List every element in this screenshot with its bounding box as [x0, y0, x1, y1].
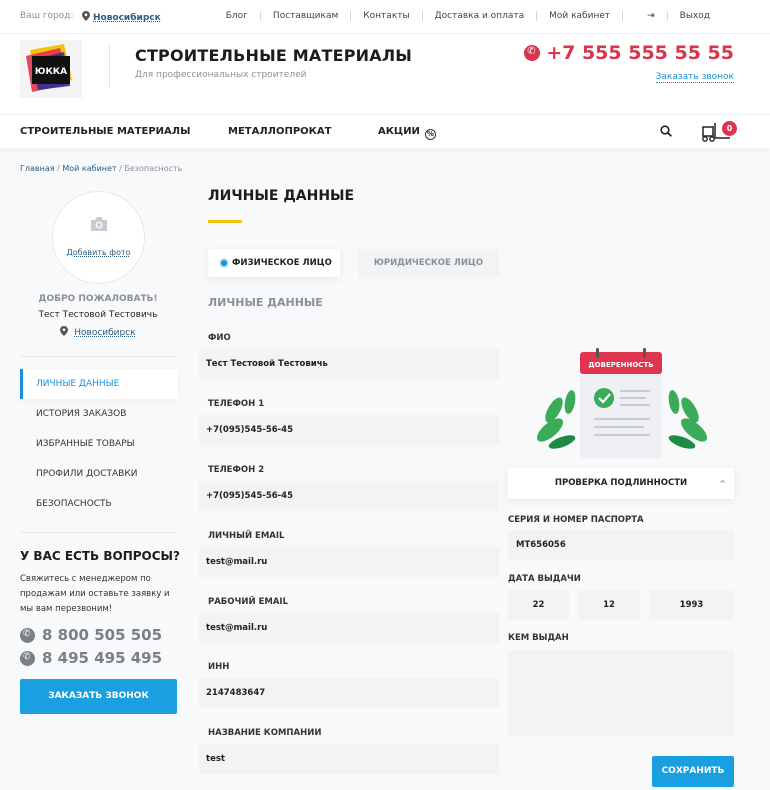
field-label-inn: ИНН	[208, 662, 230, 672]
sidebar-callback-button[interactable]: ЗАКАЗАТЬ ЗВОНОК	[20, 679, 177, 714]
questions-title: У ВАС ЕСТЬ ВОПРОСЫ?	[20, 549, 180, 563]
account-menu: ЛИЧНЫЕ ДАННЫЕ ИСТОРИЯ ЗАКАЗОВ ИЗБРАННЫЕ …	[20, 369, 178, 519]
nav-metal[interactable]: МЕТАЛЛОПРОКАТ	[228, 126, 331, 137]
percent-icon: %	[424, 129, 436, 140]
breadcrumb-current: Безопасность	[124, 164, 183, 173]
phone-icon	[20, 627, 35, 643]
field-label-fio: ФИО	[208, 333, 231, 343]
issue-day-field[interactable]	[508, 590, 569, 620]
logout-link[interactable]: ⇥ Выход	[622, 11, 734, 21]
menu-item-favorites[interactable]: ИЗБРАННЫЕ ТОВАРЫ	[20, 429, 178, 459]
link-contacts[interactable]: Контакты	[350, 11, 421, 21]
field-label-phone1: ТЕЛЕФОН 1	[208, 399, 265, 409]
fio-field[interactable]	[199, 349, 499, 379]
link-blog[interactable]: Блог	[214, 11, 260, 21]
issued-by-label: КЕМ ВЫДАН	[508, 633, 569, 643]
work-email-field[interactable]	[199, 613, 499, 643]
user-city[interactable]: Новосибирск	[20, 326, 176, 338]
callback-link[interactable]: Заказать звонок	[655, 72, 734, 83]
sidebar-phone-2-number: 8 495 495 495	[42, 649, 163, 667]
breadcrumb-home[interactable]: Главная	[20, 164, 55, 173]
personal-email-field[interactable]	[199, 547, 499, 577]
header: ЮККА СТРОИТЕЛЬНЫЕ МАТЕРИАЛЫ Для професси…	[0, 34, 770, 114]
sidebar-divider	[20, 532, 176, 533]
breadcrumb-cabinet[interactable]: Мой кабинет	[62, 164, 116, 173]
logo[interactable]: ЮККА	[20, 40, 82, 98]
phone1-field[interactable]	[199, 415, 499, 445]
add-photo-link[interactable]: Добавить фото	[53, 248, 144, 257]
link-delivery[interactable]: Доставка и оплата	[421, 11, 537, 21]
sidebar-phone-1-number: 8 800 505 505	[42, 626, 163, 644]
sidebar-phone-2[interactable]: 8 495 495 495	[20, 649, 162, 667]
user-city-link[interactable]: Новосибирск	[74, 328, 135, 338]
illustration-label: ДОВЕРЕННОСТЬ	[588, 361, 653, 369]
issued-by-field[interactable]	[508, 650, 734, 736]
menu-item-security[interactable]: БЕЗОПАСНОСТЬ	[20, 489, 178, 519]
nav-promo[interactable]: АКЦИИ%	[378, 126, 436, 140]
power-of-attorney-illustration: ДОВЕРЕННОСТЬ	[536, 348, 708, 458]
avatar-upload[interactable]: Добавить фото	[52, 191, 145, 284]
breadcrumb: Главная / Мой кабинет / Безопасность	[20, 164, 182, 173]
location-pin-icon	[60, 326, 69, 336]
verify-authenticity-button[interactable]: ПРОВЕРКА ПОДЛИННОСТИ ^	[508, 468, 734, 499]
chevron-up-icon: ^	[719, 479, 726, 488]
tab-company[interactable]: ЮРИДИЧЕСКОЕ ЛИЦО	[358, 249, 499, 277]
header-divider	[109, 44, 110, 88]
welcome-text: ДОБРО ПОЖАЛОВАТЬ!	[38, 294, 158, 304]
header-phone-number: +7 555 555 55 55	[546, 42, 734, 64]
phone-icon	[20, 650, 35, 666]
location-pin-icon	[82, 11, 90, 21]
issue-year-field[interactable]	[649, 590, 734, 620]
field-label-phone2: ТЕЛЕФОН 2	[208, 465, 265, 475]
issue-date-label: ДАТА ВЫДАЧИ	[508, 574, 581, 584]
phone2-field[interactable]	[199, 481, 499, 511]
save-button[interactable]: СОХРАНИТЬ	[652, 756, 734, 787]
nav-promo-label: АКЦИИ	[378, 126, 420, 137]
city-selector[interactable]: Новосибирск	[82, 11, 161, 23]
city-label: Ваш город:	[20, 11, 74, 21]
questions-text: Свяжитесь с менеджером по продажам или о…	[20, 574, 170, 614]
user-name: Тест Тестовой Тестовичь	[38, 310, 158, 320]
passport-series-field[interactable]	[508, 530, 734, 560]
page-title: ЛИЧНЫЕ ДАННЫЕ	[208, 188, 355, 204]
logout-icon: ⇥	[647, 11, 655, 21]
brand-title: СТРОИТЕЛЬНЫЕ МАТЕРИАЛЫ	[135, 46, 413, 65]
passport-series-label: СЕРИЯ И НОМЕР ПАСПОРТА	[508, 515, 644, 525]
breadcrumb-separator: /	[119, 164, 122, 173]
sidebar-phone-1[interactable]: 8 800 505 505	[20, 626, 162, 644]
title-underline	[208, 220, 242, 223]
sidebar-divider	[20, 356, 176, 357]
link-suppliers[interactable]: Поставщикам	[259, 11, 350, 21]
field-label-work-email: РАБОЧИЙ EMAIL	[208, 597, 288, 607]
nav-building-materials[interactable]: СТРОИТЕЛЬНЫЕ МАТЕРИАЛЫ	[20, 126, 190, 137]
menu-item-order-history[interactable]: ИСТОРИЯ ЗАКАЗОВ	[20, 399, 178, 429]
tab-individual-label: ФИЗИЧЕСКОЕ ЛИЦО	[232, 258, 332, 268]
radio-selected-icon	[219, 258, 229, 268]
link-cabinet[interactable]: Мой кабинет	[536, 11, 622, 21]
verify-authenticity-label: ПРОВЕРКА ПОДЛИННОСТИ	[554, 478, 688, 488]
menu-item-delivery-profiles[interactable]: ПРОФИЛИ ДОСТАВКИ	[20, 459, 178, 489]
tab-individual[interactable]: ФИЗИЧЕСКОЕ ЛИЦО	[208, 249, 340, 277]
breadcrumb-separator: /	[57, 164, 60, 173]
cart-count-badge: 0	[722, 121, 737, 136]
top-links: Блог Поставщикам Контакты Доставка и опл…	[214, 11, 734, 21]
brand-subtitle: Для профессиональных строителей	[135, 70, 307, 80]
logout-label: Выход	[666, 11, 722, 21]
camera-icon	[91, 217, 107, 231]
logo-text: ЮККА	[35, 67, 67, 77]
section-title: ЛИЧНЫЕ ДАННЫЕ	[208, 296, 323, 309]
field-label-company: НАЗВАНИЕ КОМПАНИИ	[208, 728, 322, 738]
issue-month-field[interactable]	[578, 590, 640, 620]
phone-icon	[524, 45, 541, 61]
main-nav: СТРОИТЕЛЬНЫЕ МАТЕРИАЛЫ МЕТАЛЛОПРОКАТ АКЦ…	[0, 114, 770, 148]
top-bar: Ваш город: Новосибирск Блог Поставщикам …	[0, 0, 770, 34]
inn-field[interactable]	[199, 678, 499, 708]
city-link[interactable]: Новосибирск	[93, 13, 161, 23]
menu-item-personal-data[interactable]: ЛИЧНЫЕ ДАННЫЕ	[20, 369, 178, 399]
search-icon[interactable]	[660, 125, 672, 137]
header-phone[interactable]: +7 555 555 55 55	[524, 42, 734, 64]
company-name-field[interactable]	[199, 744, 499, 774]
field-label-personal-email: ЛИЧНЫЙ EMAIL	[208, 531, 285, 541]
